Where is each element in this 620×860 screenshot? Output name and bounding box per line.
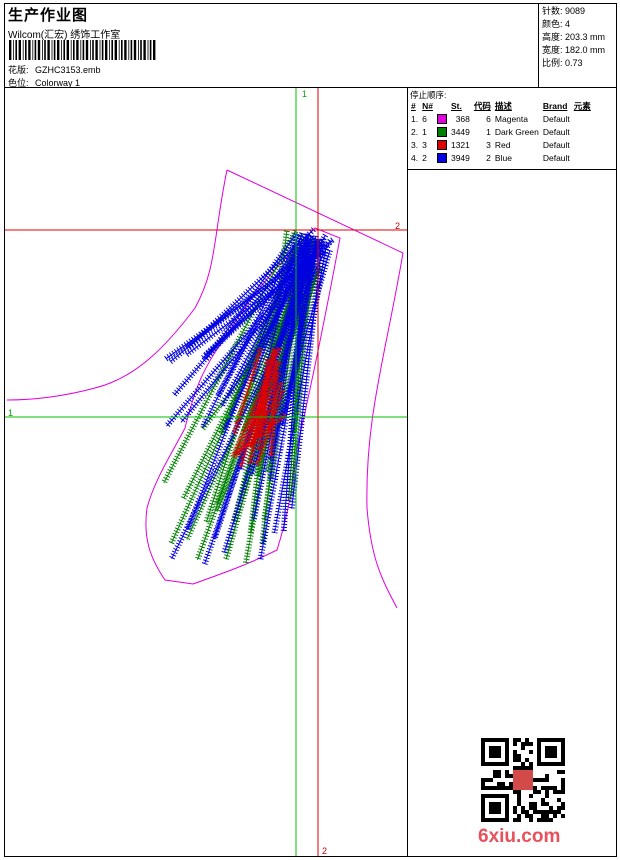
row-stitch-count: 1321 [450, 139, 470, 150]
stop-sequence-table: # N# St. 代码 描述 Brand 元素 1. 6 368 6 Magenta De… [409, 100, 593, 164]
stat-height: 高度: 203.3 mm [542, 32, 606, 42]
red-axis-label-right: 2 [395, 221, 401, 231]
row-swatch [435, 112, 449, 125]
col-description: 描述 [494, 101, 512, 111]
table-header-row: # N# St. 代码 描述 Brand 元素 [409, 100, 593, 112]
row-brand: Default [542, 152, 570, 163]
row-needle: 3 [422, 139, 427, 150]
col-element: 元素 [573, 101, 591, 111]
color-swatch [436, 152, 447, 163]
row-brand: Default [542, 126, 570, 137]
row-needle: 1 [422, 126, 427, 137]
table-row: 1. 6 368 6 Magenta Default [409, 112, 593, 125]
row-index: 1. [411, 113, 419, 124]
row-stitch-count: 3449 [450, 126, 470, 137]
stat-stitches: 针数: 9089 [542, 6, 586, 16]
panel-divider [407, 88, 408, 856]
col-swatch [435, 100, 449, 112]
design-file-row: 花版: GZHC3153.emb [8, 63, 101, 76]
row-stitch-count: 3949 [450, 152, 470, 163]
row-description: Blue [494, 152, 512, 163]
row-element [572, 138, 593, 151]
col-stitches: St. [450, 101, 462, 111]
row-element [572, 112, 593, 125]
row-description: Red [494, 139, 511, 150]
col-needle: N# [422, 101, 433, 111]
row-index: 3. [411, 139, 419, 150]
design-canvas: 1 1 2 2 [5, 88, 408, 856]
table-row: 3. 3 1321 3 Red Default [409, 138, 593, 151]
row-swatch [435, 138, 449, 151]
color-swatch [436, 139, 447, 150]
row-swatch [435, 125, 449, 138]
row-needle: 2 [422, 152, 427, 163]
table-row: 2. 1 3449 1 Dark Green Default [409, 125, 593, 138]
row-brand: Default [542, 139, 570, 150]
magenta-outline [6, 169, 404, 609]
row-code: 6 [486, 113, 491, 124]
row-element [572, 151, 593, 164]
row-code: 3 [486, 139, 491, 150]
red-axis-label-bottom: 2 [322, 846, 328, 856]
row-description: Magenta [494, 113, 528, 124]
row-description: Dark Green [494, 126, 539, 137]
stop-sequence-panel: 停止顺序: # N# St. 代码 描述 Brand 元素 1. 6 368 6 Mag… [408, 88, 617, 170]
stat-colors: 颜色: 4 [542, 19, 571, 29]
stat-width: 宽度: 182.0 mm [542, 45, 606, 55]
header-info: 生产作业图 Wilcom(汇宏) 绣饰工作室 花版: GZHC3153.emb … [6, 4, 536, 88]
embroidery-preview [5, 88, 408, 856]
watermark-logo: 6xiu.com [478, 826, 561, 847]
stats-panel: 针数: 9089 颜色: 4 高度: 203.3 mm 宽度: 182.0 mm… [538, 3, 617, 88]
company-name: Wilcom(汇宏) 绣饰工作室 [8, 30, 121, 41]
row-element [572, 125, 593, 138]
color-swatch [436, 113, 447, 124]
stat-scale: 比例: 0.73 [542, 58, 583, 68]
barcode [9, 40, 156, 60]
page-title: 生产作业图 [8, 7, 89, 24]
row-brand: Default [542, 113, 570, 124]
col-brand: Brand [542, 101, 568, 111]
design-file-value: GZHC3153.emb [35, 65, 101, 75]
row-index: 2. [411, 126, 419, 137]
color-swatch [436, 126, 447, 137]
green-axis-label-left: 1 [8, 408, 14, 418]
row-swatch [435, 151, 449, 164]
table-row: 4. 2 3949 2 Blue Default [409, 151, 593, 164]
row-code: 1 [486, 126, 491, 137]
col-index: # [411, 101, 416, 111]
qr-code [481, 738, 565, 822]
row-needle: 6 [422, 113, 427, 124]
row-code: 2 [486, 152, 491, 163]
col-code: 代码 [473, 101, 491, 111]
row-stitch-count: 368 [455, 113, 470, 124]
design-file-label: 花版: [8, 65, 29, 75]
row-index: 4. [411, 152, 419, 163]
green-axis-label-top: 1 [302, 89, 308, 99]
